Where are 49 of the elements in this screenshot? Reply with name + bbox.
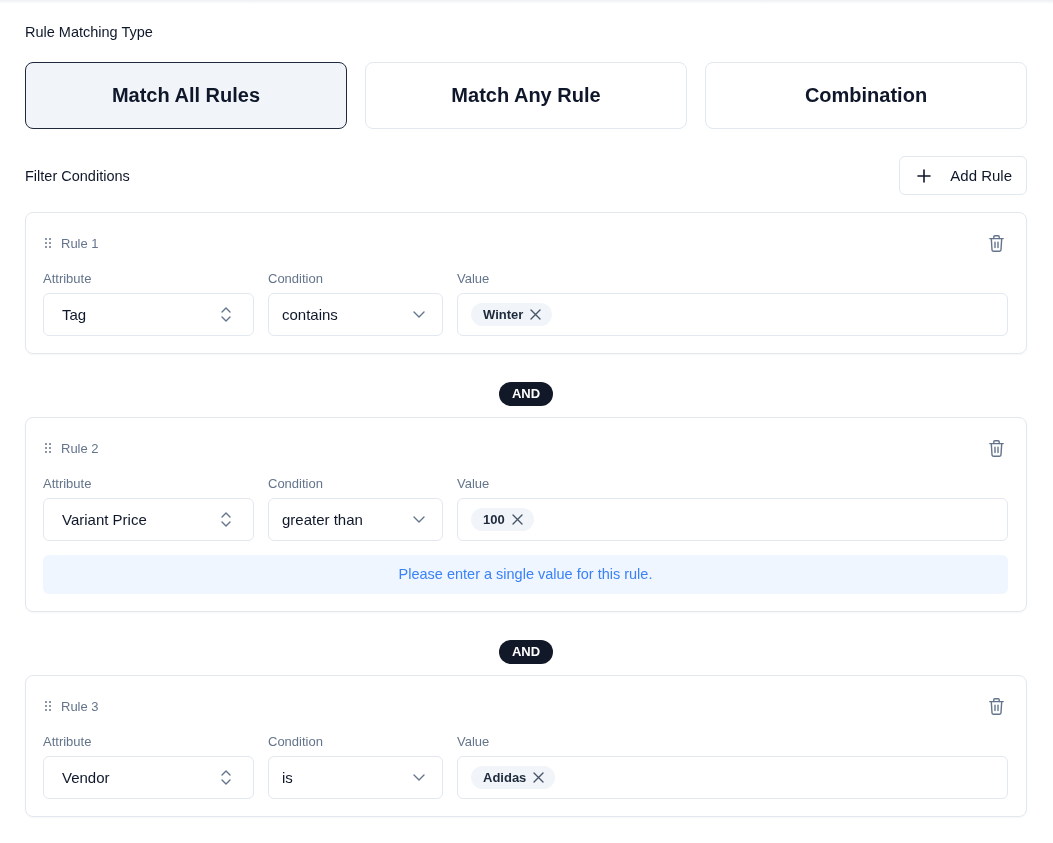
value-field[interactable]: 100 [457, 498, 1008, 541]
close-icon[interactable] [511, 514, 523, 525]
drag-handle-icon[interactable] [45, 443, 51, 453]
attribute-select[interactable]: Vendor [43, 756, 254, 799]
validation-message: Please enter a single value for this rule. [43, 555, 1008, 594]
attribute-select[interactable]: Tag [43, 293, 254, 336]
section-label: Filter Conditions [25, 166, 130, 186]
logic-operator-badge: AND [498, 640, 554, 664]
field-label: Condition [268, 475, 324, 493]
field-label: Condition [268, 733, 324, 751]
tag-label: Adidas [483, 770, 527, 785]
tag-label: 100 [483, 512, 505, 527]
match-option-button[interactable]: Match Any Rule [365, 62, 687, 129]
chevron-down-icon [413, 311, 425, 318]
trash-icon[interactable] [989, 439, 1004, 457]
section-label: Rule Matching Type [25, 23, 154, 42]
close-icon[interactable] [530, 309, 542, 320]
trash-icon[interactable] [989, 697, 1004, 715]
add-rule-button[interactable]: Add Rule [899, 156, 1027, 195]
drag-handle-icon[interactable] [45, 701, 51, 711]
field-label: Attribute [43, 733, 93, 751]
close-icon[interactable] [533, 772, 545, 783]
chevron-up-down-icon [221, 770, 231, 785]
logic-operator-badge: AND [498, 382, 554, 406]
condition-select[interactable]: greater than [268, 498, 443, 541]
match-option-button[interactable]: Combination [705, 62, 1027, 129]
match-option-button[interactable]: Match All Rules [25, 62, 347, 129]
chevron-up-down-icon [221, 307, 231, 322]
value-field[interactable]: Winter [457, 293, 1008, 336]
rule-title: Rule 1 [61, 235, 99, 251]
condition-select[interactable]: is [268, 756, 443, 799]
chevron-down-icon [413, 516, 425, 523]
field-label: Attribute [43, 475, 93, 493]
rule-title: Rule 2 [61, 440, 99, 456]
field-label: Value [457, 733, 491, 751]
drag-handle-icon[interactable] [45, 238, 51, 248]
field-label: Value [457, 475, 491, 493]
field-label: Value [457, 270, 491, 288]
field-label: Condition [268, 270, 324, 288]
field-label: Attribute [43, 270, 93, 288]
attribute-select[interactable]: Variant Price [43, 498, 254, 541]
trash-icon[interactable] [989, 234, 1004, 252]
chevron-up-down-icon [221, 512, 231, 527]
value-field[interactable]: Adidas [457, 756, 1008, 799]
tag-label: Winter [483, 307, 524, 322]
chevron-down-icon [413, 774, 425, 781]
rule-title: Rule 3 [61, 698, 99, 714]
condition-select[interactable]: contains [268, 293, 443, 336]
plus-icon [917, 168, 932, 183]
